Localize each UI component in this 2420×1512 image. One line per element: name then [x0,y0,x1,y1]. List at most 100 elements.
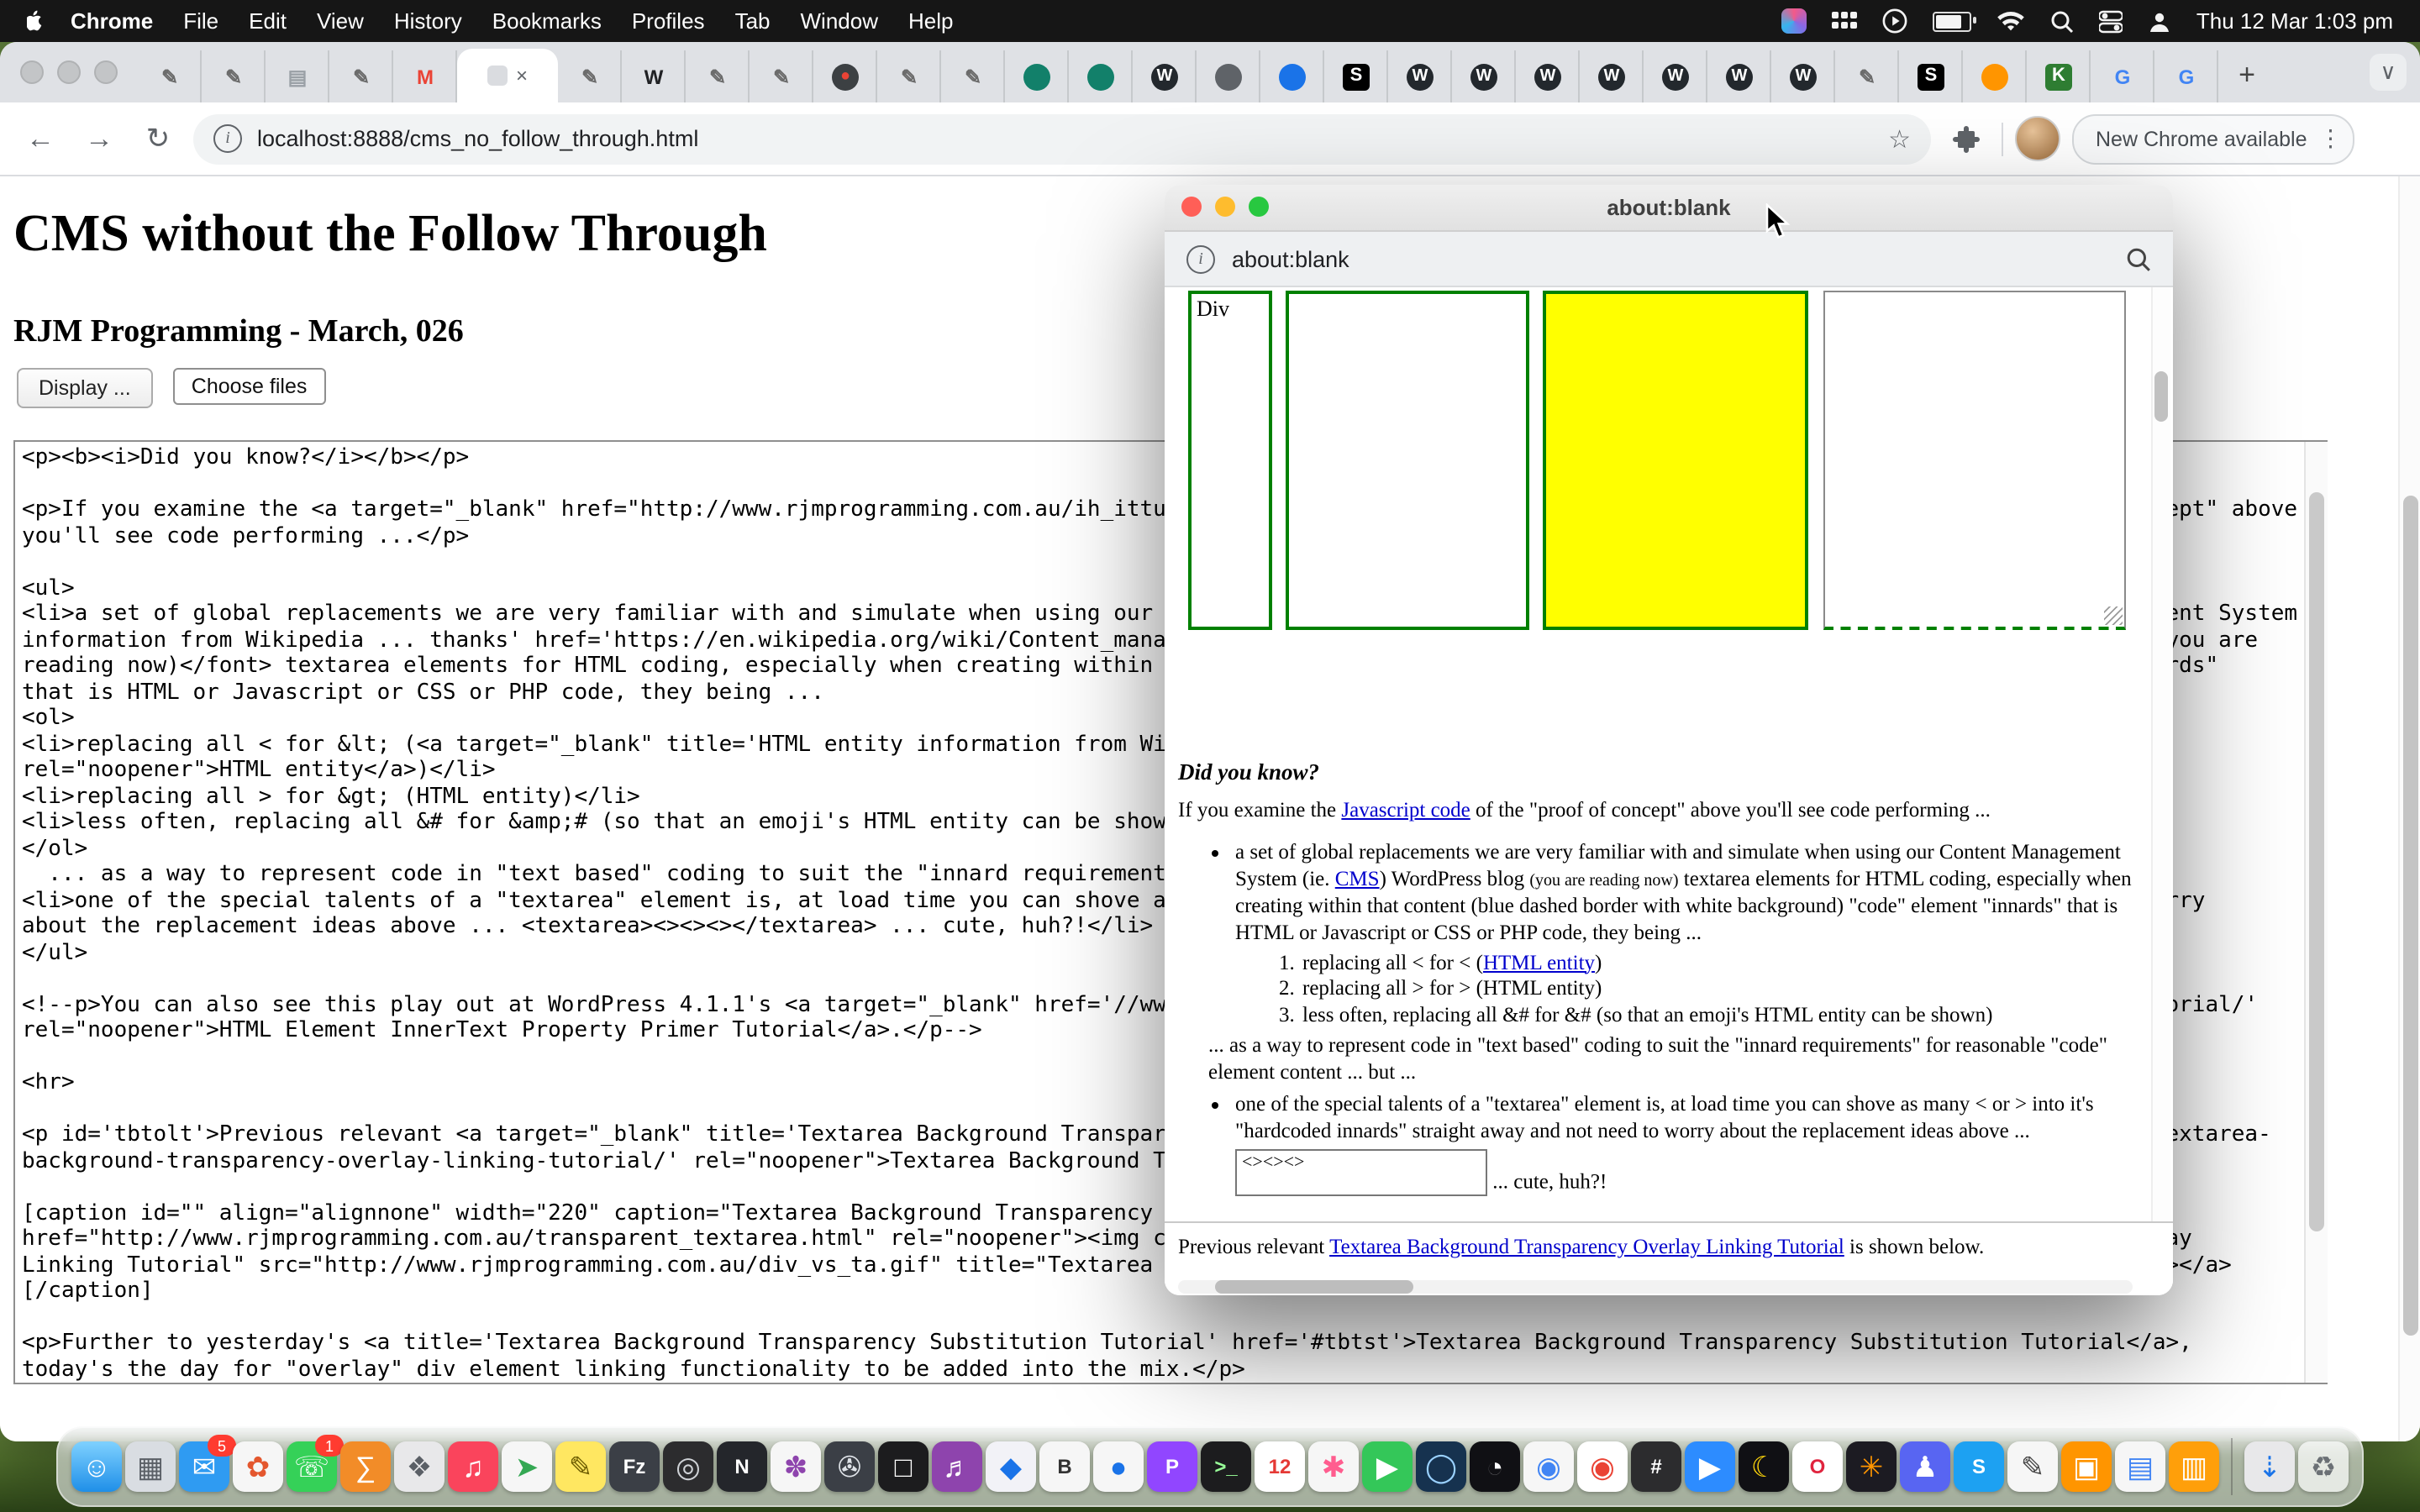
browser-tab-teal1[interactable] [1005,50,1069,102]
dock-icon-downloads[interactable]: ⇣ [2244,1441,2295,1492]
browser-tab-google2[interactable]: G [2154,50,2218,102]
browser-tab-wordpress7[interactable]: W [1707,50,1771,102]
dock-icon-books[interactable]: ▥ [2169,1441,2219,1492]
dock-icon-calculator[interactable]: ∑ [340,1441,391,1492]
menu-bar-clock[interactable]: Thu 12 Mar 1:03 pm [2196,8,2393,34]
dock-icon-hash[interactable]: # [1631,1441,1681,1492]
reload-button[interactable]: ↻ [134,115,182,162]
keyboard-grid-icon[interactable] [1832,11,1857,31]
control-center-icon[interactable] [2099,9,2123,33]
address-bar[interactable]: i localhost:8888/cms_no_follow_through.h… [193,113,1931,164]
dock-icon-facetime[interactable]: ▶ [1362,1441,1413,1492]
browser-tab-edit2[interactable]: ✎ [202,50,266,102]
browser-tab-s-site1[interactable]: S [1324,50,1388,102]
user-menu-icon[interactable] [2148,9,2171,33]
bookmark-star-icon[interactable]: ☆ [1888,123,1911,154]
browser-tab-edit1[interactable]: ✎ [138,50,202,102]
dock-icon-launchpad[interactable]: ❖ [394,1441,445,1492]
browser-tab-s-site2[interactable]: S [1899,50,1963,102]
dock-icon-clock[interactable]: ◔ [1470,1441,1520,1492]
browser-tab-edit7[interactable]: ✎ [877,50,941,102]
browser-tab-gmail[interactable]: M [393,50,457,102]
dock-icon-display[interactable]: ▣ [2061,1441,2112,1492]
browser-tab-edit3[interactable]: ✎ [329,50,393,102]
popup-url-text[interactable]: about:blank [1232,246,1349,271]
javascript-code-link[interactable]: Javascript code [1341,798,1470,822]
dock-icon-fz-app[interactable]: Fz [609,1441,660,1492]
profile-avatar[interactable] [2015,116,2060,161]
menu-item-window[interactable]: Window [786,8,894,34]
popup-minimize-button[interactable] [1215,197,1235,217]
password-manager-icon[interactable] [1781,8,1807,34]
dock-icon-shield[interactable]: ◆ [986,1441,1036,1492]
dock-icon-firefox[interactable]: ✳ [1846,1441,1897,1492]
popup-site-info-icon[interactable]: i [1186,244,1215,273]
dock-icon-paw[interactable]: ✽ [771,1441,821,1492]
browser-tab-edit8[interactable]: ✎ [941,50,1005,102]
dock-icon-finder[interactable]: ☺ [71,1441,122,1492]
dock-icon-grid[interactable]: ▦ [125,1441,176,1492]
extensions-puzzle-icon[interactable] [1943,115,1990,162]
browser-tab-orange-dot[interactable] [1963,50,2027,102]
dock-icon-s-app[interactable]: S [1954,1441,2004,1492]
dock-icon-notes[interactable]: ✎ [555,1441,606,1492]
dock-icon-opera[interactable]: O [1792,1441,1843,1492]
dock-icon-camera[interactable]: ◎ [663,1441,713,1492]
dock-icon-chrome[interactable]: ◉ [1523,1441,1574,1492]
browser-tab-wordpress5[interactable]: W [1580,50,1644,102]
browser-tab-blue-dot[interactable] [1260,50,1324,102]
browser-tab-google1[interactable]: G [2091,50,2154,102]
dock-icon-discord[interactable]: ♟ [1900,1441,1950,1492]
dock-icon-tv[interactable]: □ [878,1441,929,1492]
browser-tab-gray-dot[interactable] [1197,50,1260,102]
menu-item-history[interactable]: History [379,8,477,34]
forward-button[interactable]: → [76,115,123,162]
demo-textarea[interactable]: <><><> [1235,1148,1487,1195]
update-chrome-chip[interactable]: New Chrome available ⋮ [2072,113,2354,164]
menu-item-tab[interactable]: Tab [720,8,786,34]
dock-icon-chrome-beta[interactable]: ◉ [1577,1441,1628,1492]
browser-tab-edit5[interactable]: ✎ [686,50,750,102]
overlay-textarea-box[interactable] [1823,291,2126,630]
dock-icon-news[interactable]: N [717,1441,767,1492]
popup-search-icon[interactable] [2126,246,2151,271]
browser-tab-k-site[interactable]: K [2027,50,2091,102]
dock-icon-mind[interactable]: ✱ [1308,1441,1359,1492]
browser-tab-wordpress1[interactable]: W [1133,50,1197,102]
back-button[interactable]: ← [17,115,64,162]
browser-tab-edit4[interactable]: ✎ [558,50,622,102]
dock-icon-zoom[interactable]: ▶ [1685,1441,1735,1492]
html-entity-link[interactable]: HTML entity [1483,950,1595,974]
popup-address-bar[interactable]: i about:blank [1165,232,2173,287]
cms-link[interactable]: CMS [1335,867,1380,890]
menu-item-edit[interactable]: Edit [234,8,302,34]
dock-icon-moon[interactable]: ☾ [1739,1441,1789,1492]
browser-tab-wiki[interactable]: W [622,50,686,102]
dock-icon-trash[interactable]: ♻ [2298,1441,2349,1492]
menu-item-profiles[interactable]: Profiles [617,8,720,34]
menu-item-bookmarks[interactable]: Bookmarks [477,8,617,34]
menu-item-view[interactable]: View [302,8,379,34]
menu-item-file[interactable]: File [168,8,234,34]
textarea-scrollbar-thumb[interactable] [2309,492,2324,1231]
dock-icon-itunes[interactable]: ♬ [932,1441,982,1492]
dock-icon-music[interactable]: ♫ [448,1441,498,1492]
textarea-scrollbar[interactable] [2304,442,2328,1383]
popup-zoom-button[interactable] [1249,197,1269,217]
dock-icon-terminal[interactable]: >_ [1201,1441,1251,1492]
browser-tab-wordpress4[interactable]: W [1516,50,1580,102]
dock-icon-docs[interactable]: ▤ [2115,1441,2165,1492]
dock-icon-pencil-app[interactable]: ✎ [2007,1441,2058,1492]
dock-icon-earth[interactable]: ◯ [1416,1441,1466,1492]
tab-search-chevron-icon[interactable]: ∨ [2370,54,2407,91]
dock-icon-podcasts[interactable]: P [1147,1441,1197,1492]
browser-tab-edit6[interactable]: ✎ [750,50,813,102]
resize-grip-icon[interactable] [2104,606,2123,625]
menu-item-chrome[interactable]: Chrome [55,8,168,34]
dock-icon-calendar[interactable]: 12 [1255,1441,1305,1492]
dock-icon-messages[interactable]: ☏1 [287,1441,337,1492]
spotlight-search-icon[interactable] [2050,9,2074,33]
browser-menu-kebab-icon[interactable]: ⋮ [2319,124,2343,153]
dock-icon-photos[interactable]: ✿ [233,1441,283,1492]
dock-icon-bbedit[interactable]: B [1039,1441,1090,1492]
